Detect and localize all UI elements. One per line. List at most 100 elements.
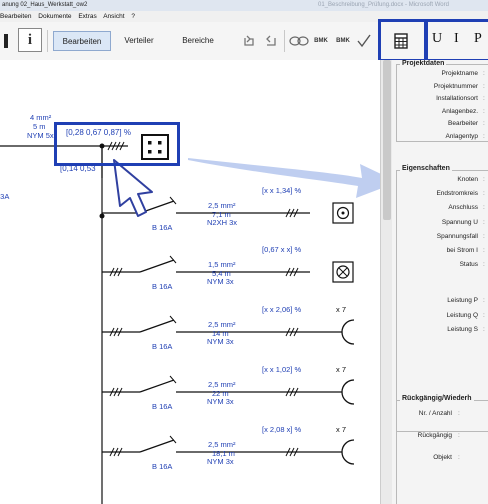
leistung-field-value[interactable]: : xyxy=(483,297,485,304)
bmk-icon[interactable]: BMK xyxy=(310,29,332,53)
projekt-field-label: Projektname xyxy=(441,70,479,77)
undo-icon[interactable] xyxy=(238,29,260,53)
section-label: 2,5 mm² xyxy=(208,201,236,210)
voltage-drop-label: [0,67 x x] % xyxy=(262,245,302,254)
rueck-field-label: Rückgängig xyxy=(417,432,452,439)
eigenschaft-field-value[interactable]: : xyxy=(483,261,485,268)
feeder-cable-label: NYM 5x xyxy=(27,131,54,140)
cable-label: N2XH 3x xyxy=(207,218,237,227)
breaker-switch xyxy=(139,319,175,333)
eigenschaft-field-value[interactable]: : xyxy=(483,190,485,197)
projekt-field-value[interactable]: : xyxy=(483,95,485,102)
panel-toggle-icon[interactable] xyxy=(0,29,14,53)
info-icon[interactable]: i xyxy=(18,28,42,52)
upstream-breaker-label: 63A xyxy=(0,192,9,201)
eigenschaft-field-label: Spannung U xyxy=(441,218,478,226)
eigenschaft-field-label: bei Strom I xyxy=(446,247,478,254)
voltage-drop-label: [x x 1,02] % xyxy=(262,365,302,374)
background-window-title: 01_Beschreibung_Prüfung.docx - Microsoft… xyxy=(318,2,449,8)
cable-label: NYM 3x xyxy=(207,457,234,466)
title-bar: anung 02_Haus_Werkstatt_ow2 01_Beschreib… xyxy=(0,0,488,11)
projekt-field-label: Anlagenbez. xyxy=(441,107,478,115)
socket-group-icon xyxy=(341,439,355,465)
cable-label: NYM 3x xyxy=(207,277,234,286)
breaker-label: B 16A xyxy=(152,462,172,471)
breaker-tick xyxy=(169,435,177,444)
scrollbar-thumb[interactable] xyxy=(383,60,391,220)
projekt-field-value[interactable]: : xyxy=(483,133,485,140)
toolbar: i Bearbeiten Verteiler Bereiche BMK BMK xyxy=(0,22,380,61)
letters-highlight xyxy=(425,19,488,62)
rueckgaengig-title: Rückgängig/Wiederh xyxy=(400,395,474,402)
rueck-field-value[interactable]: : xyxy=(458,410,460,417)
multiplier-label: x 7 xyxy=(336,365,346,374)
cable-label: NYM 3x xyxy=(207,337,234,346)
breaker-tick xyxy=(169,255,177,264)
eigenschaft-field-label: Endstromkreis xyxy=(436,190,478,198)
leistung-field-value[interactable]: : xyxy=(483,326,485,333)
table-icon-highlight xyxy=(378,19,427,62)
single-line-diagram[interactable]: 4 mm² 5 m NYM 5x 63A [0,28 0,67 0,87] % … xyxy=(0,60,380,504)
rueck-field-value[interactable]: : xyxy=(458,454,460,461)
eigenschaft-field-value[interactable]: : xyxy=(483,176,485,183)
bmk-edit-icon[interactable]: BMK xyxy=(332,29,354,53)
menu-dokumente[interactable]: Dokumente xyxy=(38,13,71,20)
node-highlight xyxy=(54,122,180,166)
bmk-edit-label: BMK xyxy=(336,38,350,44)
voltage-drop-label: [x x 2,06] % xyxy=(262,305,302,314)
eigenschaft-field-label: Knoten xyxy=(457,176,478,183)
eigenschaft-field-value[interactable]: : xyxy=(483,247,485,254)
cable-label: NYM 3x xyxy=(207,397,234,406)
projekt-field-value[interactable]: : xyxy=(483,108,485,115)
eigenschaft-field-value[interactable]: : xyxy=(483,219,485,226)
link-icon[interactable] xyxy=(288,29,310,53)
leistung-field-label: Leistung Q xyxy=(446,311,478,319)
window-title: anung 02_Haus_Werkstatt_ow2 xyxy=(2,2,88,8)
section-label: 2,5 mm² xyxy=(208,320,236,329)
menu-help[interactable]: ? xyxy=(131,13,135,20)
rueck-field-value[interactable]: : xyxy=(458,432,460,439)
menu-bearbeiten[interactable]: Bearbeiten xyxy=(0,13,31,20)
breaker-switch xyxy=(139,379,175,393)
bmk-label: BMK xyxy=(314,38,328,44)
feeder-section-label: 4 mm² xyxy=(30,113,52,122)
leistung-field-value[interactable]: : xyxy=(483,312,485,319)
feeder-length-label: 5 m xyxy=(33,122,46,131)
projekt-field-value[interactable]: : xyxy=(483,120,485,127)
breaker-label: B 16A xyxy=(152,282,172,291)
verteiler-button[interactable]: Verteiler xyxy=(117,31,161,51)
breaker-tick xyxy=(169,375,177,384)
menu-extras[interactable]: Extras xyxy=(78,13,96,20)
bereiche-button[interactable]: Bereiche xyxy=(174,31,222,51)
multiplier-label: x 7 xyxy=(336,305,346,314)
multiplier-label: x 7 xyxy=(336,425,346,434)
projekt-field-label: Installationsort xyxy=(436,95,478,102)
section-label: 2,5 mm² xyxy=(208,380,236,389)
projekt-field-label: Bearbeiter xyxy=(448,120,478,127)
socket-group-icon xyxy=(341,319,355,345)
bearbeiten-button[interactable]: Bearbeiten xyxy=(53,31,111,51)
breaker-switch xyxy=(139,259,175,273)
redo-icon[interactable] xyxy=(260,29,282,53)
projektdaten-title: Projektdaten xyxy=(400,60,447,67)
properties-panel: Projektdaten Projektname: Projektnummer: I… xyxy=(392,60,488,504)
rueck-field-label: Objekt xyxy=(433,454,452,461)
eigenschaft-field-label: Status xyxy=(459,261,478,269)
socket-outlet-dot xyxy=(341,211,345,215)
voltage-drop-label: [x x 1,34] % xyxy=(262,186,302,195)
breaker-tick xyxy=(169,315,177,324)
voltage-drop-label: [x 2,08 x] % xyxy=(262,425,302,434)
eigenschaft-field-value[interactable]: : xyxy=(483,204,485,211)
projekt-field-value[interactable]: : xyxy=(483,70,485,77)
eigenschaft-field-label: Anschluss xyxy=(448,204,478,212)
eigenschaft-field-label: Spannungsfall xyxy=(436,232,478,240)
menu-ansicht[interactable]: Ansicht xyxy=(103,13,124,20)
check-icon[interactable] xyxy=(354,29,374,53)
projekt-field-label: Projektnummer xyxy=(433,82,478,90)
projekt-field-label: Anlagentyp xyxy=(445,132,478,140)
projekt-field-value[interactable]: : xyxy=(483,83,485,90)
eigenschaft-field-value[interactable]: : xyxy=(483,233,485,240)
cursor-pointer-icon xyxy=(113,159,153,217)
breaker-switch xyxy=(139,439,175,453)
leistung-field-label: Leistung S xyxy=(447,326,478,333)
